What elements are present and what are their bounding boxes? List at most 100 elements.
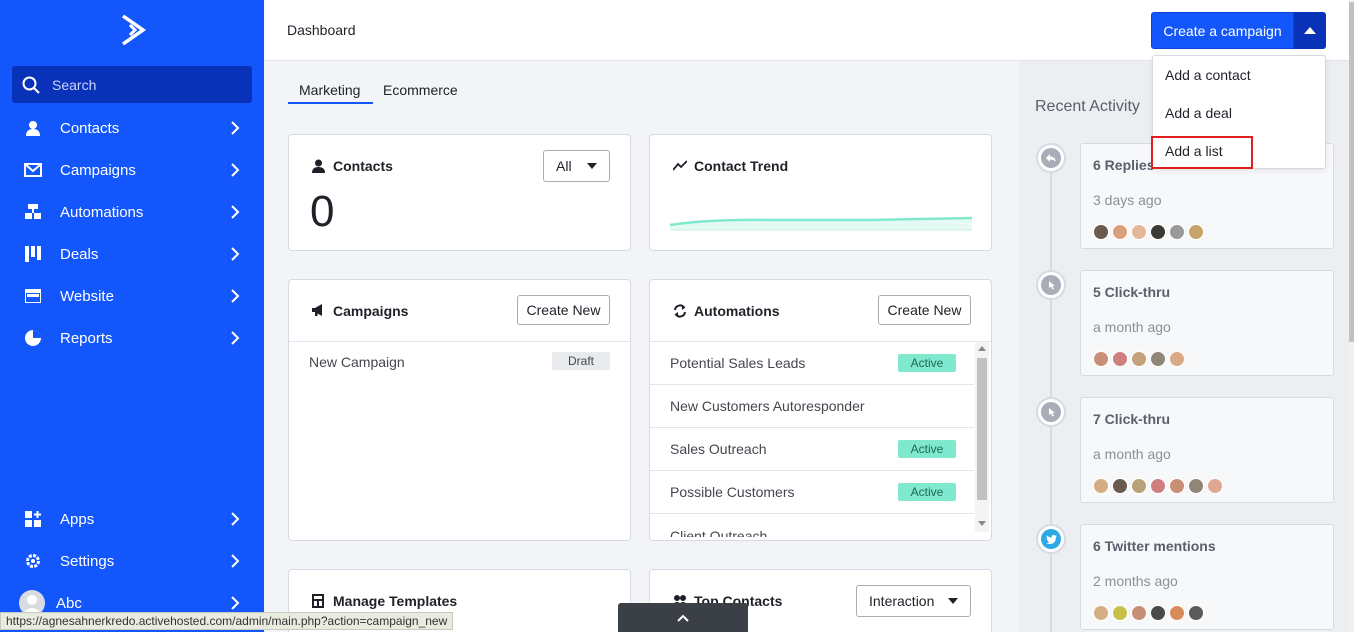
activity-card[interactable]: 6 Twitter mentions 2 months ago xyxy=(1080,524,1334,630)
scroll-up-arrow-icon xyxy=(978,346,986,351)
card-title-text: Automations xyxy=(694,303,780,319)
chevron-right-icon xyxy=(231,121,240,135)
list-scrollbar[interactable] xyxy=(975,342,989,532)
chevron-right-icon xyxy=(231,163,240,177)
automation-row[interactable]: Sales Outreach Active xyxy=(650,428,974,471)
automation-row[interactable]: Possible Customers Active xyxy=(650,471,974,514)
automation-row[interactable]: Potential Sales Leads Active xyxy=(650,342,974,385)
tab-marketing[interactable]: Marketing xyxy=(299,82,360,98)
sidebar-item-settings[interactable]: Settings xyxy=(0,540,264,582)
activity-title: 5 Click-thru xyxy=(1093,284,1171,300)
chevron-right-icon xyxy=(231,596,240,610)
chevron-right-icon xyxy=(231,512,240,526)
sidebar-item-deals[interactable]: Deals xyxy=(0,233,264,275)
avatar xyxy=(1150,605,1166,621)
card-title: Manage Templates xyxy=(312,593,457,609)
scrollbar-thumb[interactable] xyxy=(977,358,987,500)
page-title: Dashboard xyxy=(287,22,356,38)
automation-name: Possible Customers xyxy=(670,484,795,500)
sidebar-item-label: Abc xyxy=(56,594,82,612)
activity-time: a month ago xyxy=(1093,319,1171,335)
create-new-automation-button[interactable]: Create New xyxy=(878,295,971,325)
avatar xyxy=(1112,605,1128,621)
top-contacts-filter-select[interactable]: Interaction xyxy=(856,585,971,617)
click-icon xyxy=(1041,402,1061,422)
sidebar-item-reports[interactable]: Reports xyxy=(0,317,264,359)
create-new-campaign-button[interactable]: Create New xyxy=(517,295,610,325)
person-icon xyxy=(24,119,42,137)
sidebar-item-label: Settings xyxy=(60,552,115,570)
create-campaign-button[interactable]: Create a campaign xyxy=(1151,12,1294,49)
activity-time: 3 days ago xyxy=(1093,192,1162,208)
caret-up-icon xyxy=(1304,27,1316,34)
top-header: Dashboard Create a campaign xyxy=(264,0,1354,61)
browser-icon xyxy=(24,287,42,305)
twitter-icon xyxy=(1041,529,1061,549)
avatar xyxy=(1207,478,1223,494)
card-title: Campaigns xyxy=(312,303,408,319)
avatar xyxy=(1093,224,1109,240)
sidebar-item-website[interactable]: Website xyxy=(0,275,264,317)
sidebar-item-label: Automations xyxy=(60,203,144,221)
contacts-filter-select[interactable]: All xyxy=(543,150,610,182)
top-contacts-filter-value: Interaction xyxy=(869,593,935,609)
scrollbar-thumb[interactable] xyxy=(1349,2,1354,342)
avatar-group xyxy=(1093,224,1207,240)
chevron-right-icon xyxy=(231,247,240,261)
create-menu-toggle[interactable] xyxy=(1294,12,1326,49)
status-badge: Draft xyxy=(552,352,610,370)
avatar xyxy=(1169,224,1185,240)
avatar xyxy=(1093,605,1109,621)
timeline-dot xyxy=(1036,143,1066,173)
menu-item-add-contact[interactable]: Add a contact xyxy=(1153,56,1325,94)
chevron-right-icon xyxy=(231,331,240,345)
active-tab-indicator xyxy=(288,102,373,104)
contacts-filter-value: All xyxy=(556,158,572,174)
campaign-row-name[interactable]: New Campaign xyxy=(309,354,405,370)
envelope-icon xyxy=(24,161,42,179)
expand-panel-tab[interactable] xyxy=(618,603,748,632)
activity-card[interactable]: 5 Click-thru a month ago xyxy=(1080,270,1334,376)
sidebar-item-campaigns[interactable]: Campaigns xyxy=(0,149,264,191)
automations-card: Automations Create New Potential Sales L… xyxy=(649,279,992,541)
activity-card[interactable]: 7 Click-thru a month ago xyxy=(1080,397,1334,503)
activity-title: 7 Click-thru xyxy=(1093,411,1171,427)
sidebar-item-automations[interactable]: Automations xyxy=(0,191,264,233)
status-badge: Active xyxy=(898,483,956,501)
activity-title: 6 Replies xyxy=(1093,157,1155,173)
status-badge: Active xyxy=(898,440,956,458)
page-scrollbar[interactable] xyxy=(1349,0,1354,632)
avatar xyxy=(1169,605,1185,621)
avatar xyxy=(1093,351,1109,367)
trend-line-icon xyxy=(673,159,687,173)
automation-row[interactable]: Client Outreach xyxy=(650,514,974,537)
sidebar-item-contacts[interactable]: Contacts xyxy=(0,107,264,149)
avatar xyxy=(1131,605,1147,621)
recent-activity-title: Recent Activity xyxy=(1035,98,1140,115)
card-title: Contacts xyxy=(312,158,393,174)
sidebar-item-label: Contacts xyxy=(60,119,120,137)
avatar xyxy=(1188,224,1204,240)
tab-ecommerce[interactable]: Ecommerce xyxy=(383,82,458,98)
menu-item-add-deal[interactable]: Add a deal xyxy=(1153,94,1325,132)
search-box[interactable] xyxy=(12,66,252,103)
avatar xyxy=(1169,478,1185,494)
status-badge: Active xyxy=(898,354,956,372)
avatar xyxy=(1169,351,1185,367)
campaigns-card: Campaigns Create New New Campaign Draft xyxy=(288,279,631,541)
avatar-group xyxy=(1093,478,1226,494)
contact-trend-card: Contact Trend xyxy=(649,134,992,251)
automation-name: Sales Outreach xyxy=(670,441,767,457)
automation-row[interactable]: New Customers Autoresponder xyxy=(650,385,974,428)
avatar xyxy=(1131,478,1147,494)
sidebar-item-apps[interactable]: Apps xyxy=(0,498,264,540)
sidebar-item-label: Campaigns xyxy=(60,161,136,179)
activecampaign-logo[interactable] xyxy=(119,12,149,48)
sidebar-item-label: Deals xyxy=(60,245,99,263)
chevron-right-icon xyxy=(231,289,240,303)
search-input[interactable] xyxy=(52,76,242,93)
timeline-dot xyxy=(1036,270,1066,300)
sidebar-item-label: Apps xyxy=(60,510,95,528)
person-icon xyxy=(312,159,326,173)
contacts-count: 0 xyxy=(310,187,335,236)
